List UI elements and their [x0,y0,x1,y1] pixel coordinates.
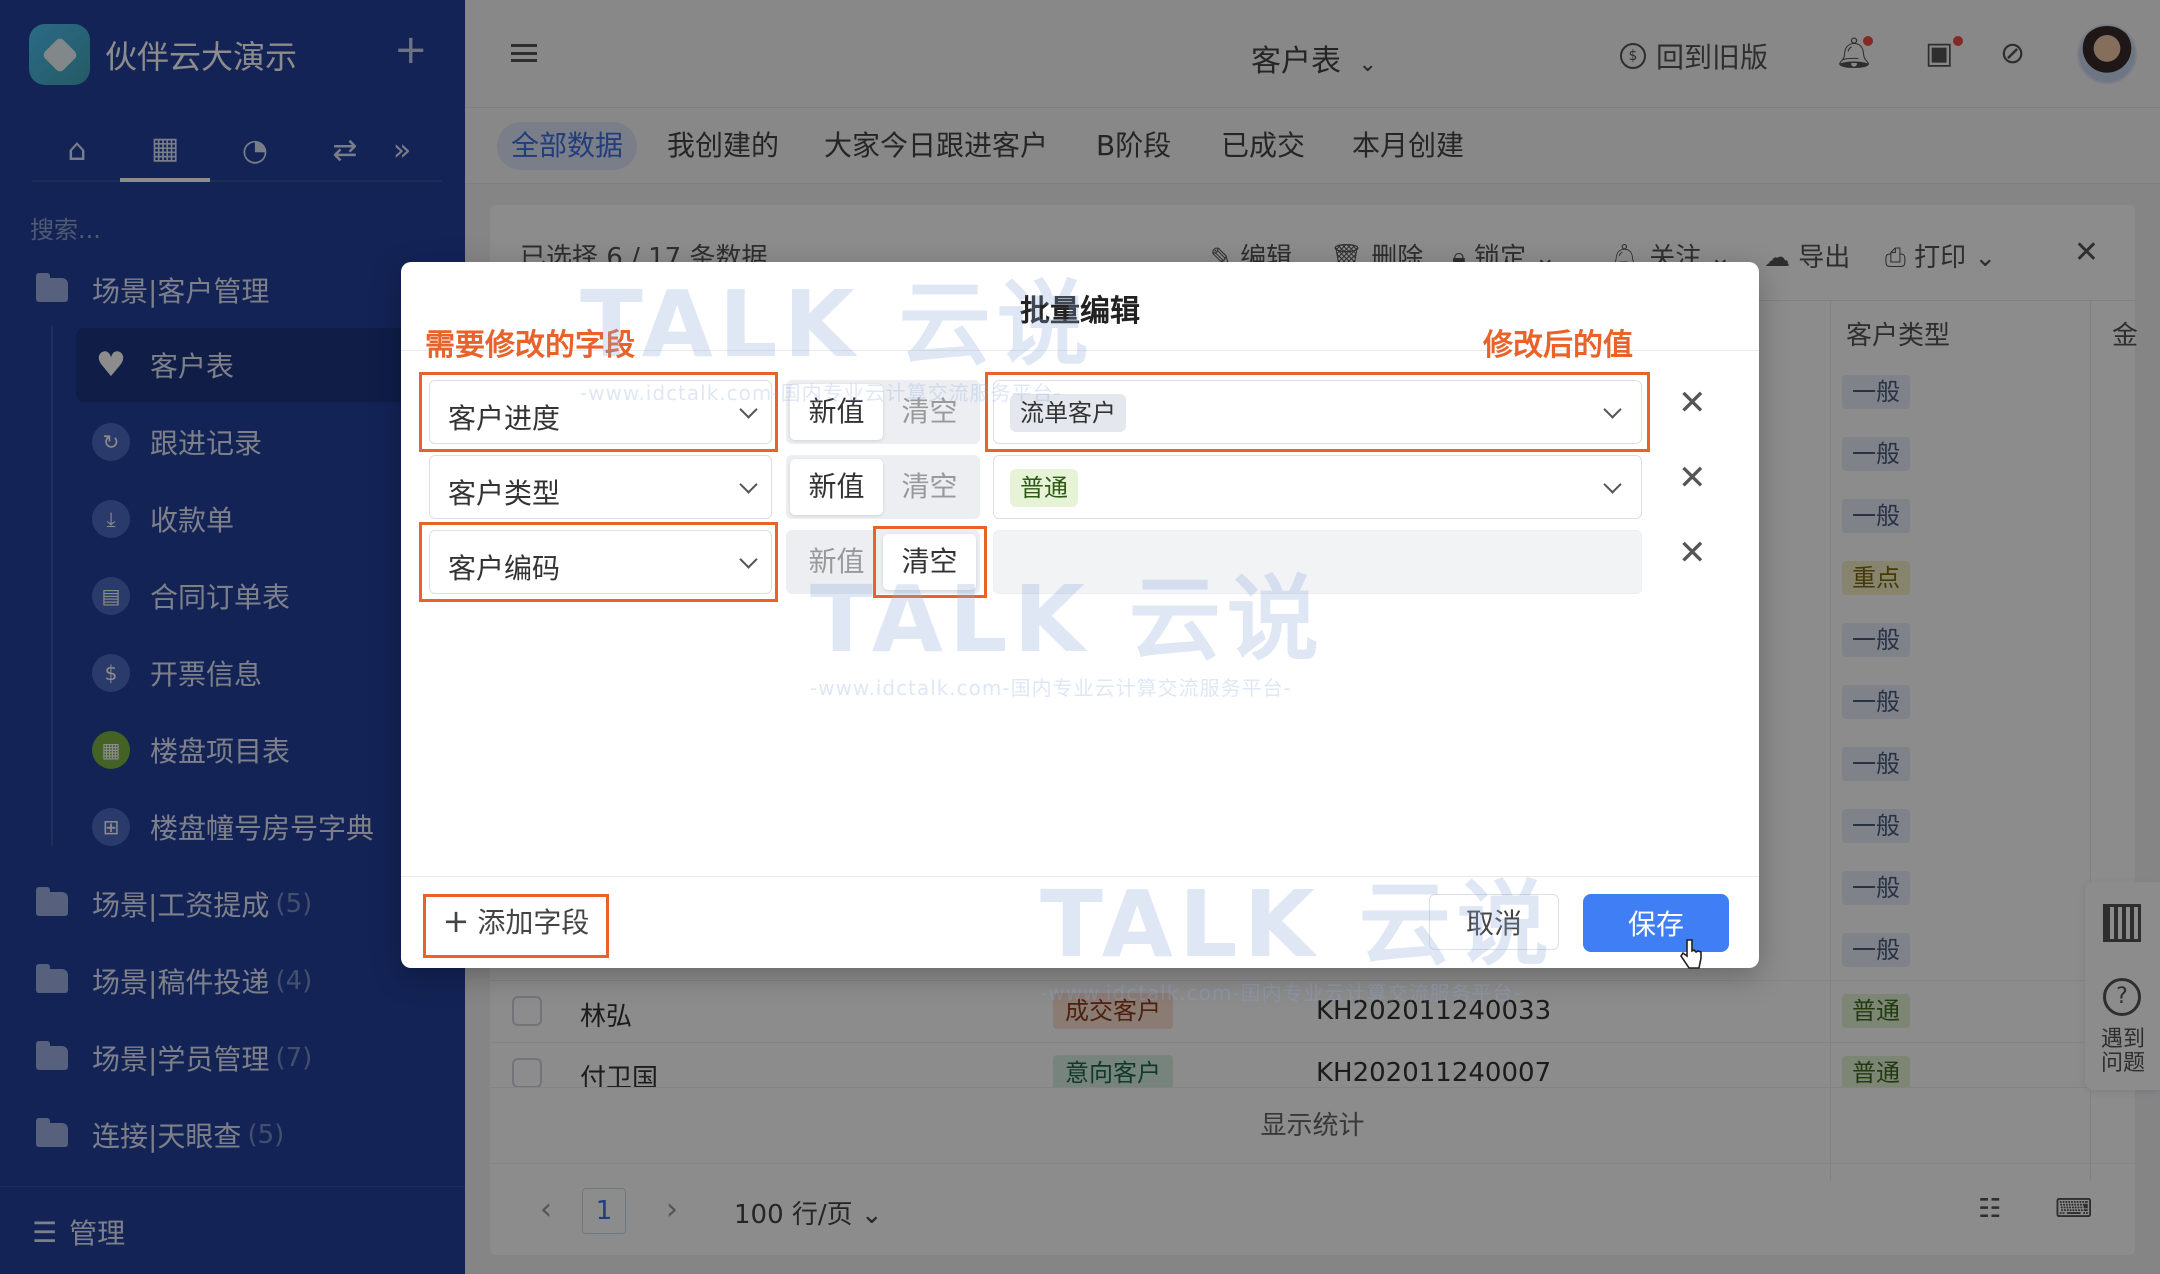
annotation-fields-to-modify: 需要修改的字段 [425,328,635,363]
save-button[interactable]: 保存 [1583,894,1729,952]
mode-switch: 新值 清空 [786,380,980,444]
remove-row-icon[interactable]: ✕ [1678,461,1707,495]
chevron-down-icon [1603,475,1622,494]
new-value-option[interactable]: 新值 [790,384,883,440]
highlight-box [419,372,778,452]
highlight-box [873,526,987,598]
cancel-button[interactable]: 取消 [1429,894,1559,950]
highlight-box [985,372,1650,452]
chevron-down-icon [739,475,758,494]
value-select[interactable]: 普通 [993,455,1642,519]
field-select[interactable]: 客户类型 [429,455,772,519]
modal-divider [401,876,1759,877]
value-select-disabled [993,530,1642,594]
remove-row-icon[interactable]: ✕ [1678,386,1707,420]
field-label: 客户类型 [448,477,561,510]
highlight-box [419,522,778,602]
new-value-option[interactable]: 新值 [790,534,883,590]
hand-cursor-icon [1680,939,1702,969]
clear-option[interactable]: 清空 [883,459,976,515]
remove-row-icon[interactable]: ✕ [1678,536,1707,570]
new-value-option[interactable]: 新值 [790,459,883,515]
batch-edit-modal: 批量编辑 需要修改的字段 修改后的值 客户进度 新值 清空 流单客户 ✕ 客户类… [401,262,1759,969]
highlight-box [423,894,609,958]
clear-option[interactable]: 清空 [883,384,976,440]
annotation-new-value: 修改后的值 [1483,328,1633,363]
mode-switch: 新值 清空 [786,455,980,519]
value-tag: 普通 [1010,469,1078,507]
